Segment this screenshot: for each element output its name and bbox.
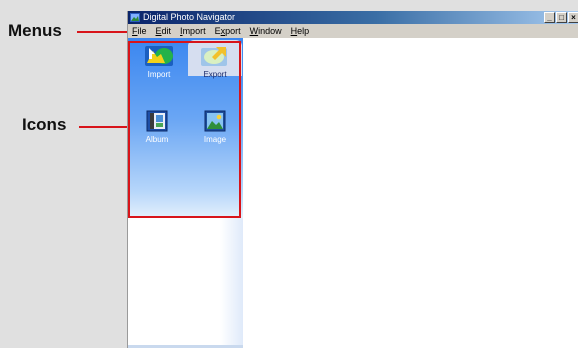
menus-callout-line — [77, 31, 127, 33]
menu-export[interactable]: Export — [215, 26, 241, 36]
menus-callout-label: Menus — [8, 21, 62, 40]
window-title: Digital Photo Navigator — [143, 12, 236, 22]
window-controls: _ □ × — [544, 12, 578, 23]
icons-highlight-box — [128, 41, 241, 218]
menu-import[interactable]: Import — [180, 26, 206, 36]
icons-callout-line — [79, 126, 128, 128]
icons-callout-label: Icons — [22, 115, 67, 134]
menu-help[interactable]: Help — [291, 26, 310, 36]
menu-bar: File Edit Import Export Window Help — [128, 24, 578, 38]
menu-file[interactable]: File — [132, 26, 147, 36]
app-icon — [130, 13, 140, 22]
panel-lower-area — [128, 218, 243, 348]
close-button[interactable]: × — [568, 12, 578, 23]
title-bar[interactable]: Digital Photo Navigator _ □ × — [128, 11, 578, 24]
maximize-button[interactable]: □ — [556, 12, 567, 23]
menu-window[interactable]: Window — [250, 26, 282, 36]
minimize-button[interactable]: _ — [544, 12, 555, 23]
menu-edit[interactable]: Edit — [156, 26, 172, 36]
